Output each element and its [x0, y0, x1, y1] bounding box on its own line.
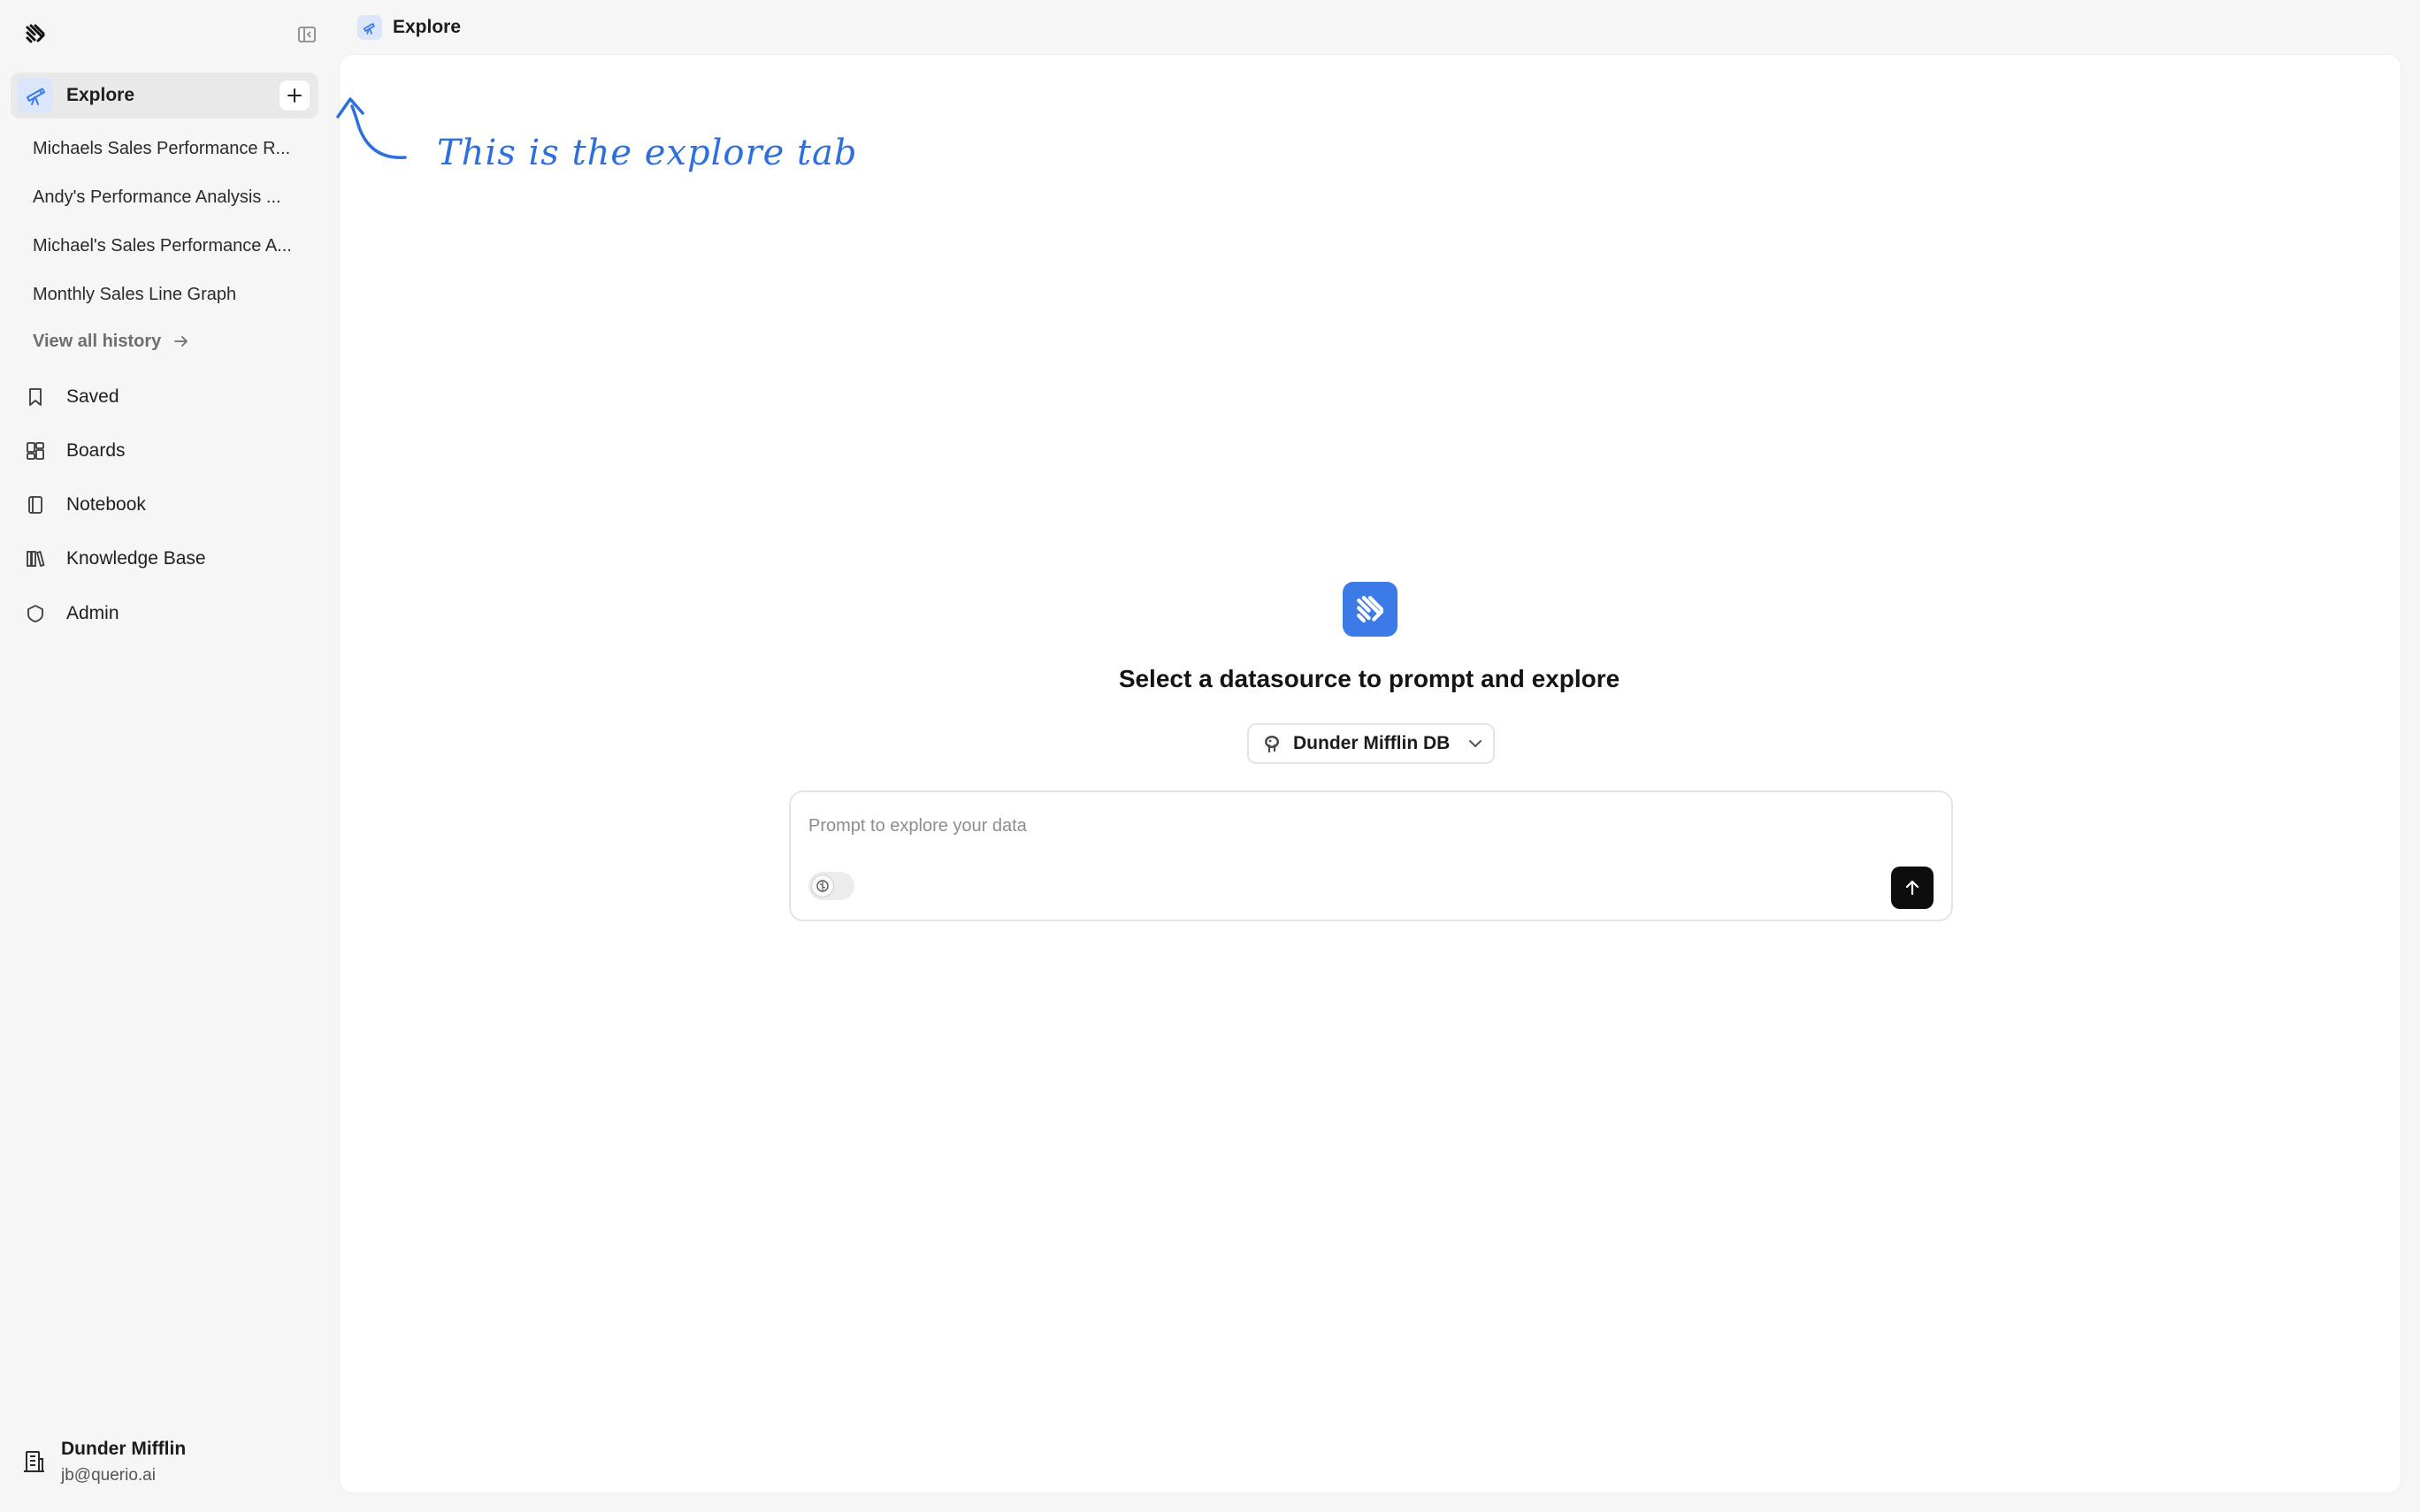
- user-email: jb@querio.ai: [61, 1465, 156, 1485]
- brain-icon: [816, 880, 829, 892]
- annotation-text: This is the explore tab: [437, 133, 858, 173]
- sidebar-item-label: Saved: [66, 386, 119, 407]
- page-title: Explore: [393, 17, 462, 37]
- sidebar-toggle-icon: [298, 27, 316, 42]
- sidebar-item-notebook[interactable]: Notebook: [11, 482, 318, 528]
- send-button[interactable]: [1891, 867, 1934, 909]
- sidebar-item-label: Knowledge Base: [66, 548, 206, 569]
- organization-name: Dunder Mifflin: [61, 1438, 187, 1459]
- datasource-select[interactable]: Dunder Mifflin DB: [1247, 723, 1495, 764]
- chevron-down-icon: [1469, 740, 1482, 747]
- history-item[interactable]: Michael's Sales Performance A...: [33, 228, 316, 263]
- sidebar-item-saved[interactable]: Saved: [11, 374, 318, 420]
- datasource-label: Dunder Mifflin DB: [1293, 733, 1451, 753]
- shield-icon: [18, 596, 53, 631]
- app-logo-icon: [1343, 582, 1398, 637]
- sidebar-item-admin[interactable]: Admin: [11, 591, 318, 637]
- new-explore-button[interactable]: [280, 80, 310, 111]
- notebook-icon: [18, 487, 53, 523]
- sidebar-item-knowledge-base[interactable]: Knowledge Base: [11, 536, 318, 582]
- main-panel: [340, 55, 2401, 1493]
- plus-icon: [287, 88, 302, 103]
- arrow-up-icon: [1905, 880, 1919, 896]
- history-item[interactable]: Monthly Sales Line Graph: [33, 277, 316, 312]
- sidebar: Explore Michaels Sales Performance R... …: [0, 0, 340, 1512]
- prompt-composer: [789, 790, 1953, 921]
- mode-toggle[interactable]: [808, 872, 854, 900]
- sidebar-item-label: Boards: [66, 440, 126, 461]
- telescope-icon: [357, 15, 382, 40]
- arrow-right-icon: [174, 336, 188, 347]
- postgres-icon: [1265, 736, 1279, 753]
- breadcrumb: Explore: [357, 14, 461, 41]
- annotation-arrow-icon: [336, 97, 407, 159]
- library-icon: [18, 541, 53, 577]
- toggle-knob: [811, 874, 834, 897]
- sidebar-item-label: Admin: [66, 603, 119, 623]
- sidebar-item-explore[interactable]: Explore: [11, 73, 318, 118]
- prompt-input[interactable]: [808, 808, 1923, 844]
- view-all-history-label: View all history: [33, 331, 162, 351]
- empty-state-title: Select a datasource to prompt and explor…: [1118, 665, 1620, 692]
- app-logo-icon[interactable]: [23, 21, 48, 46]
- history-item[interactable]: Andy's Performance Analysis ...: [33, 179, 316, 215]
- sidebar-item-label: Notebook: [66, 494, 146, 515]
- view-all-history-link[interactable]: View all history: [33, 324, 189, 359]
- organization-info: Dunder Mifflin jb@querio.ai: [61, 1439, 186, 1485]
- sidebar-item-label: Explore: [66, 85, 135, 105]
- organization-switcher[interactable]: Dunder Mifflin jb@querio.ai: [19, 1431, 320, 1493]
- collapse-sidebar-button[interactable]: [294, 21, 320, 48]
- boards-icon: [18, 433, 53, 469]
- telescope-icon: [18, 78, 53, 113]
- bookmark-icon: [18, 379, 53, 415]
- building-icon: [24, 1451, 44, 1472]
- history-item[interactable]: Michaels Sales Performance R...: [33, 131, 316, 166]
- app-root: Explore Michaels Sales Performance R... …: [0, 0, 2420, 1512]
- sidebar-item-boards[interactable]: Boards: [11, 428, 318, 474]
